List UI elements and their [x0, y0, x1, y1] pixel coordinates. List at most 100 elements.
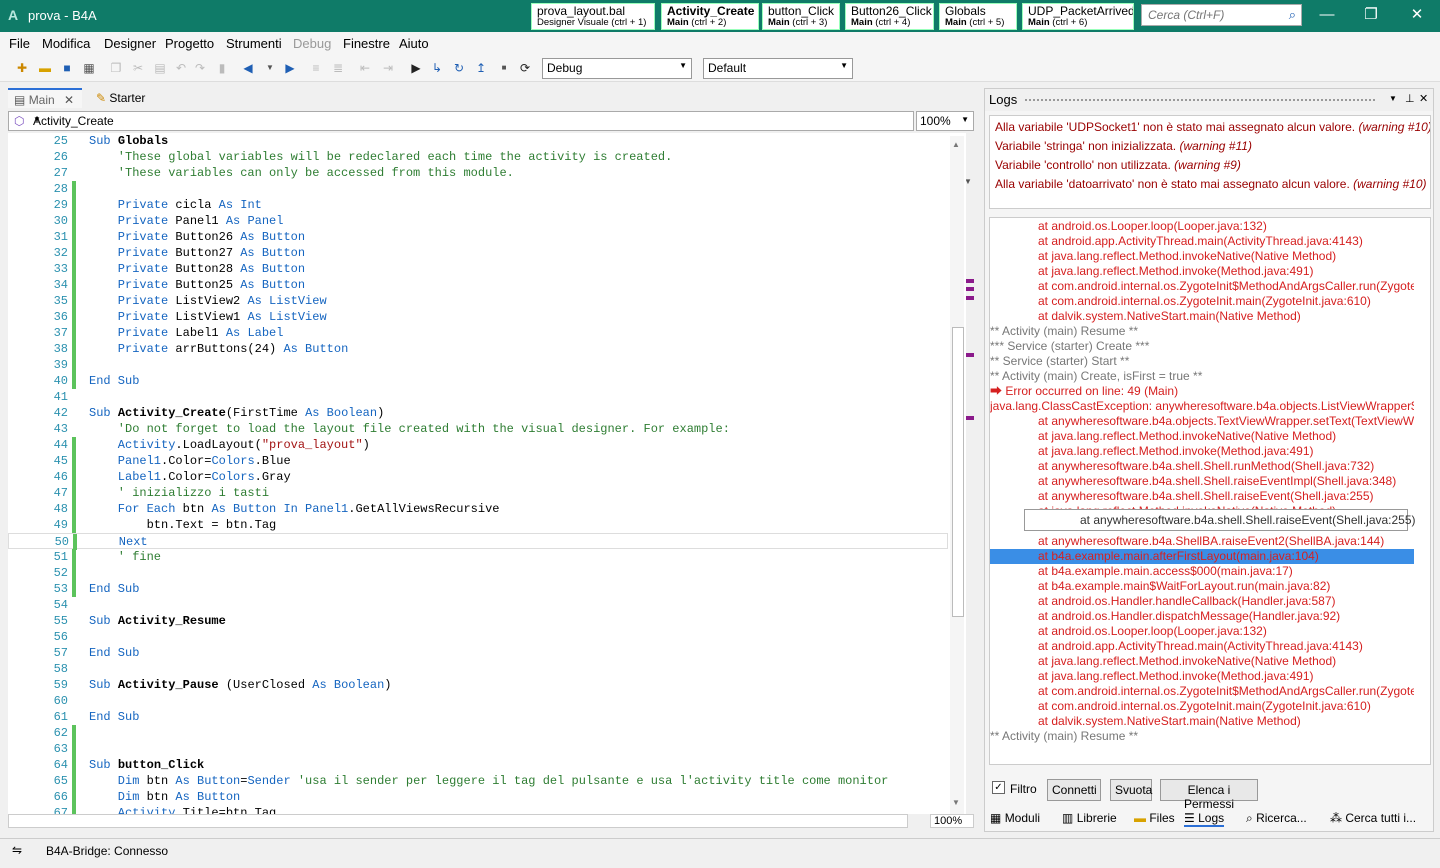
code-line[interactable]: 34 Private Button25 As Button: [8, 277, 948, 293]
code-editor[interactable]: 25 Sub Globals 26 'These global variables …: [8, 133, 966, 814]
menu-strumenti[interactable]: Strumenti: [226, 36, 282, 51]
code-line[interactable]: 61 End Sub: [8, 709, 948, 725]
code-line[interactable]: 49 btn.Text = btn.Tag: [8, 517, 948, 533]
log-line[interactable]: at anywheresoftware.b4a.ShellBA.raiseEve…: [990, 534, 1414, 549]
tab-librerie[interactable]: ▥ Librerie: [1062, 811, 1117, 825]
log-line[interactable]: java.lang.ClassCastException: anywhereso…: [990, 399, 1414, 414]
comment-icon[interactable]: ≡: [308, 60, 324, 76]
code-line[interactable]: 65 Dim btn As Button=Sender 'usa il send…: [8, 773, 948, 789]
menu-progetto[interactable]: Progetto: [165, 36, 214, 51]
log-output[interactable]: at android.os.Looper.loop(Looper.java:13…: [989, 217, 1431, 765]
error-marker[interactable]: [966, 353, 974, 357]
code-line[interactable]: 47 ' inizializzo i tasti: [8, 485, 948, 501]
code-line[interactable]: 36 Private ListView1 As ListView: [8, 309, 948, 325]
permissions-button[interactable]: Elenca i Permessi: [1160, 779, 1258, 811]
clear-button[interactable]: Svuota: [1110, 779, 1152, 801]
code-line[interactable]: 42 Sub Activity_Create(FirstTime As Boole…: [8, 405, 948, 421]
code-line[interactable]: 66 Dim btn As Button: [8, 789, 948, 805]
error-marker[interactable]: [966, 296, 974, 300]
log-line[interactable]: at android.os.Looper.loop(Looper.java:13…: [990, 624, 1414, 639]
drag-grip[interactable]: [1025, 99, 1375, 101]
code-line[interactable]: 28: [8, 181, 948, 197]
code-line[interactable]: 44 Activity.LoadLayout("prova_layout"): [8, 437, 948, 453]
tab-logs[interactable]: ☰ Logs: [1184, 811, 1225, 827]
log-line[interactable]: ** Service (starter) Start **: [990, 354, 1414, 369]
code-line[interactable]: 30 Private Panel1 As Panel: [8, 213, 948, 229]
outdent-icon[interactable]: ⇤: [357, 60, 373, 76]
code-line[interactable]: 64 Sub button_Click: [8, 757, 948, 773]
redo-icon[interactable]: ↷: [192, 60, 208, 76]
log-line[interactable]: at b4a.example.main$WaitForLayout.run(ma…: [990, 579, 1414, 594]
warning-item[interactable]: Alla variabile 'datoarrivato' non è stat…: [995, 177, 1427, 196]
code-line[interactable]: 50 Next: [8, 533, 948, 550]
code-line[interactable]: 26 'These global variables will be redec…: [8, 149, 948, 165]
filter-checkbox[interactable]: ✓: [992, 781, 1005, 794]
log-line[interactable]: ⮕ Error occurred on line: 49 (Main): [990, 384, 1414, 399]
error-marker[interactable]: [966, 287, 974, 291]
code-line[interactable]: 35 Private ListView2 As ListView: [8, 293, 948, 309]
undo-icon[interactable]: ↶: [173, 60, 189, 76]
cut-icon[interactable]: ✂: [130, 60, 146, 76]
tab-starter[interactable]: ✎ Starter: [90, 88, 151, 108]
warning-item[interactable]: Variabile 'controllo' non utilizzata. (w…: [995, 158, 1241, 177]
log-line[interactable]: at anywheresoftware.b4a.objects.TextView…: [990, 414, 1414, 429]
run-icon[interactable]: ▶: [408, 60, 424, 76]
tab-ricerca[interactable]: ⌕ Ricerca...: [1246, 811, 1307, 826]
error-marker[interactable]: [966, 279, 974, 283]
log-line[interactable]: at android.os.Handler.dispatchMessage(Ha…: [990, 609, 1414, 624]
code-line[interactable]: 32 Private Button27 As Button: [8, 245, 948, 261]
code-line[interactable]: 25 Sub Globals: [8, 133, 948, 149]
log-line[interactable]: at b4a.example.main.access$000(main.java…: [990, 564, 1414, 579]
tab-files[interactable]: ▬ Files: [1134, 811, 1175, 825]
scroll-down-icon[interactable]: ▼: [952, 798, 960, 807]
menu-modifica[interactable]: Modifica: [42, 36, 90, 51]
tab-moduli[interactable]: ▦ Moduli: [990, 811, 1040, 825]
scroll-up-icon[interactable]: ▲: [952, 140, 960, 149]
code-line[interactable]: 41: [8, 389, 948, 405]
pin-icon[interactable]: ⊥: [1405, 92, 1415, 105]
code-line[interactable]: 54: [8, 597, 948, 613]
code-line[interactable]: 38 Private arrButtons(24) As Button: [8, 341, 948, 357]
uncomment-icon[interactable]: ≣: [330, 60, 346, 76]
code-line[interactable]: 63: [8, 741, 948, 757]
search-icon[interactable]: ⌕: [1289, 7, 1296, 23]
menu-finestre[interactable]: Finestre: [343, 36, 390, 51]
new-file-icon[interactable]: ✚: [14, 60, 30, 76]
log-line[interactable]: at dalvik.system.NativeStart.main(Native…: [990, 714, 1414, 729]
quick-tab-button-click[interactable]: button_Click Main (ctrl + 3): [762, 3, 840, 30]
step-over-icon[interactable]: ↻: [451, 60, 467, 76]
code-line[interactable]: 60: [8, 693, 948, 709]
menu-aiuto[interactable]: Aiuto: [399, 36, 429, 51]
code-line[interactable]: 53 End Sub: [8, 581, 948, 597]
code-line[interactable]: 55 Sub Activity_Resume: [8, 613, 948, 629]
code-line[interactable]: 67 Activity.Title=btn.Tag: [8, 805, 948, 814]
code-line[interactable]: 56: [8, 629, 948, 645]
save-icon[interactable]: ■: [59, 60, 75, 76]
code-line[interactable]: 40 End Sub: [8, 373, 948, 389]
stop-icon[interactable]: ■: [496, 60, 512, 76]
restart-icon[interactable]: ⟳: [517, 60, 533, 76]
code-line[interactable]: 62: [8, 725, 948, 741]
step-out-icon[interactable]: ↥: [473, 60, 489, 76]
editor-horizontal-scrollbar[interactable]: [8, 814, 908, 828]
log-line[interactable]: at java.lang.reflect.Method.invoke(Metho…: [990, 669, 1414, 684]
log-line[interactable]: at android.app.ActivityThread.main(Activ…: [990, 639, 1414, 654]
log-line[interactable]: at java.lang.reflect.Method.invoke(Metho…: [990, 444, 1414, 459]
log-line[interactable]: at dalvik.system.NativeStart.main(Native…: [990, 309, 1414, 324]
warnings-list[interactable]: Alla variabile 'UDPSocket1' non è stato …: [989, 115, 1431, 209]
code-line[interactable]: 52: [8, 565, 948, 581]
code-line[interactable]: 29 Private cicla As Int: [8, 197, 948, 213]
menu-debug[interactable]: Debug: [293, 36, 331, 51]
copy-icon[interactable]: ❐: [108, 60, 124, 76]
log-line[interactable]: ** Activity (main) Create, isFirst = tru…: [990, 369, 1414, 384]
code-line[interactable]: 59 Sub Activity_Pause (UserClosed As Bool…: [8, 677, 948, 693]
quick-tab-prova-layout[interactable]: prova_layout.bal Designer Visuale (ctrl …: [531, 3, 655, 30]
connect-button[interactable]: Connetti: [1047, 779, 1101, 801]
bookmark-icon[interactable]: ▮: [214, 60, 230, 76]
log-line[interactable]: at java.lang.reflect.Method.invoke(Metho…: [990, 264, 1414, 279]
sub-selector[interactable]: ⬡ Activity_Create ▼: [8, 111, 914, 131]
log-line[interactable]: at com.android.internal.os.ZygoteInit$Me…: [990, 684, 1414, 699]
code-line[interactable]: 45 Panel1.Color=Colors.Blue: [8, 453, 948, 469]
log-line[interactable]: at com.android.internal.os.ZygoteInit.ma…: [990, 699, 1414, 714]
restore-button[interactable]: ❐: [1349, 0, 1393, 32]
